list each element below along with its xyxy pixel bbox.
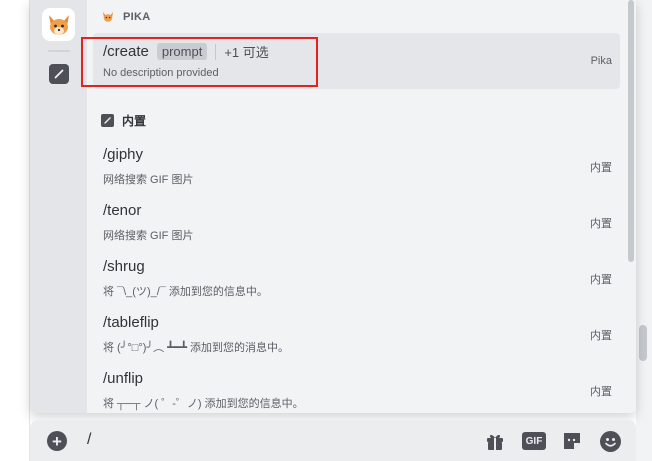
gif-icon: GIF xyxy=(522,432,546,450)
command-description: 将 (╯°□°)╯︵ ┻━┻ 添加到您的消息中。 xyxy=(103,342,290,354)
command-description: 网络搜索 GIF 图片 xyxy=(103,174,194,186)
command-item-unflip[interactable]: /unflip 将 ┬─┬ ノ( ゜-゜ノ) 添加到您的信息中。 内置 xyxy=(87,361,620,413)
slash-command-mini-icon xyxy=(101,113,114,127)
command-source: Pika xyxy=(590,55,612,67)
command-item-shrug[interactable]: /shrug 将 ¯\_(ツ)_/¯ 添加到您的信息中。 内置 xyxy=(87,249,620,305)
section-header-app-label: PIKA xyxy=(123,11,151,23)
command-category-rail xyxy=(30,0,87,413)
message-input[interactable]: / xyxy=(87,431,91,449)
fox-avatar-icon[interactable] xyxy=(42,8,75,41)
left-background xyxy=(0,0,30,461)
command-item-tenor[interactable]: /tenor 网络搜索 GIF 图片 内置 xyxy=(87,193,620,249)
gift-icon xyxy=(487,434,503,450)
command-source: 内置 xyxy=(590,218,612,230)
command-description: 将 ┬─┬ ノ( ゜-゜ノ) 添加到您的信息中。 xyxy=(103,398,304,410)
command-name: /unflip xyxy=(103,370,144,387)
annotation-highlight-box xyxy=(81,37,318,87)
command-list-scrollbar[interactable] xyxy=(628,0,634,262)
section-header-app: PIKA xyxy=(101,8,150,26)
command-name: /tenor xyxy=(103,202,142,219)
section-header-builtin: 内置 xyxy=(101,111,146,129)
plus-circle-icon: + xyxy=(47,431,67,451)
upload-button[interactable]: + xyxy=(45,429,69,453)
command-source: 内置 xyxy=(590,162,612,174)
command-item-giphy[interactable]: /giphy 网络搜索 GIF 图片 内置 xyxy=(87,137,620,193)
chat-scrollbar-track[interactable] xyxy=(636,0,652,461)
gif-button[interactable]: GIF xyxy=(522,429,546,453)
command-source: 内置 xyxy=(590,330,612,342)
message-composer: + / GIF xyxy=(30,420,636,461)
sticker-icon xyxy=(564,433,580,449)
chat-scrollbar-thumb[interactable] xyxy=(639,325,647,361)
command-source: 内置 xyxy=(590,386,612,398)
command-name: /giphy xyxy=(103,146,144,163)
slash-command-popup: PIKA /create prompt +1 可选 No description… xyxy=(30,0,636,413)
command-item-tableflip[interactable]: /tableflip 将 (╯°□°)╯︵ ┻━┻ 添加到您的消息中。 内置 xyxy=(87,305,620,361)
gift-button[interactable] xyxy=(483,429,507,453)
command-description: 将 ¯\_(ツ)_/¯ 添加到您的信息中。 xyxy=(103,286,268,298)
command-name: /shrug xyxy=(103,258,145,275)
command-description: 网络搜索 GIF 图片 xyxy=(103,230,194,242)
emoji-button[interactable] xyxy=(598,429,622,453)
fox-mini-icon xyxy=(101,10,115,24)
emoji-icon xyxy=(599,430,621,452)
slash-command-icon[interactable] xyxy=(49,64,69,84)
sticker-button[interactable] xyxy=(560,429,584,453)
command-source: 内置 xyxy=(590,274,612,286)
section-header-builtin-label: 内置 xyxy=(122,113,147,128)
rail-divider xyxy=(48,50,70,52)
command-name: /tableflip xyxy=(103,314,159,331)
discord-chat-view: PIKA /create prompt +1 可选 No description… xyxy=(0,0,652,461)
